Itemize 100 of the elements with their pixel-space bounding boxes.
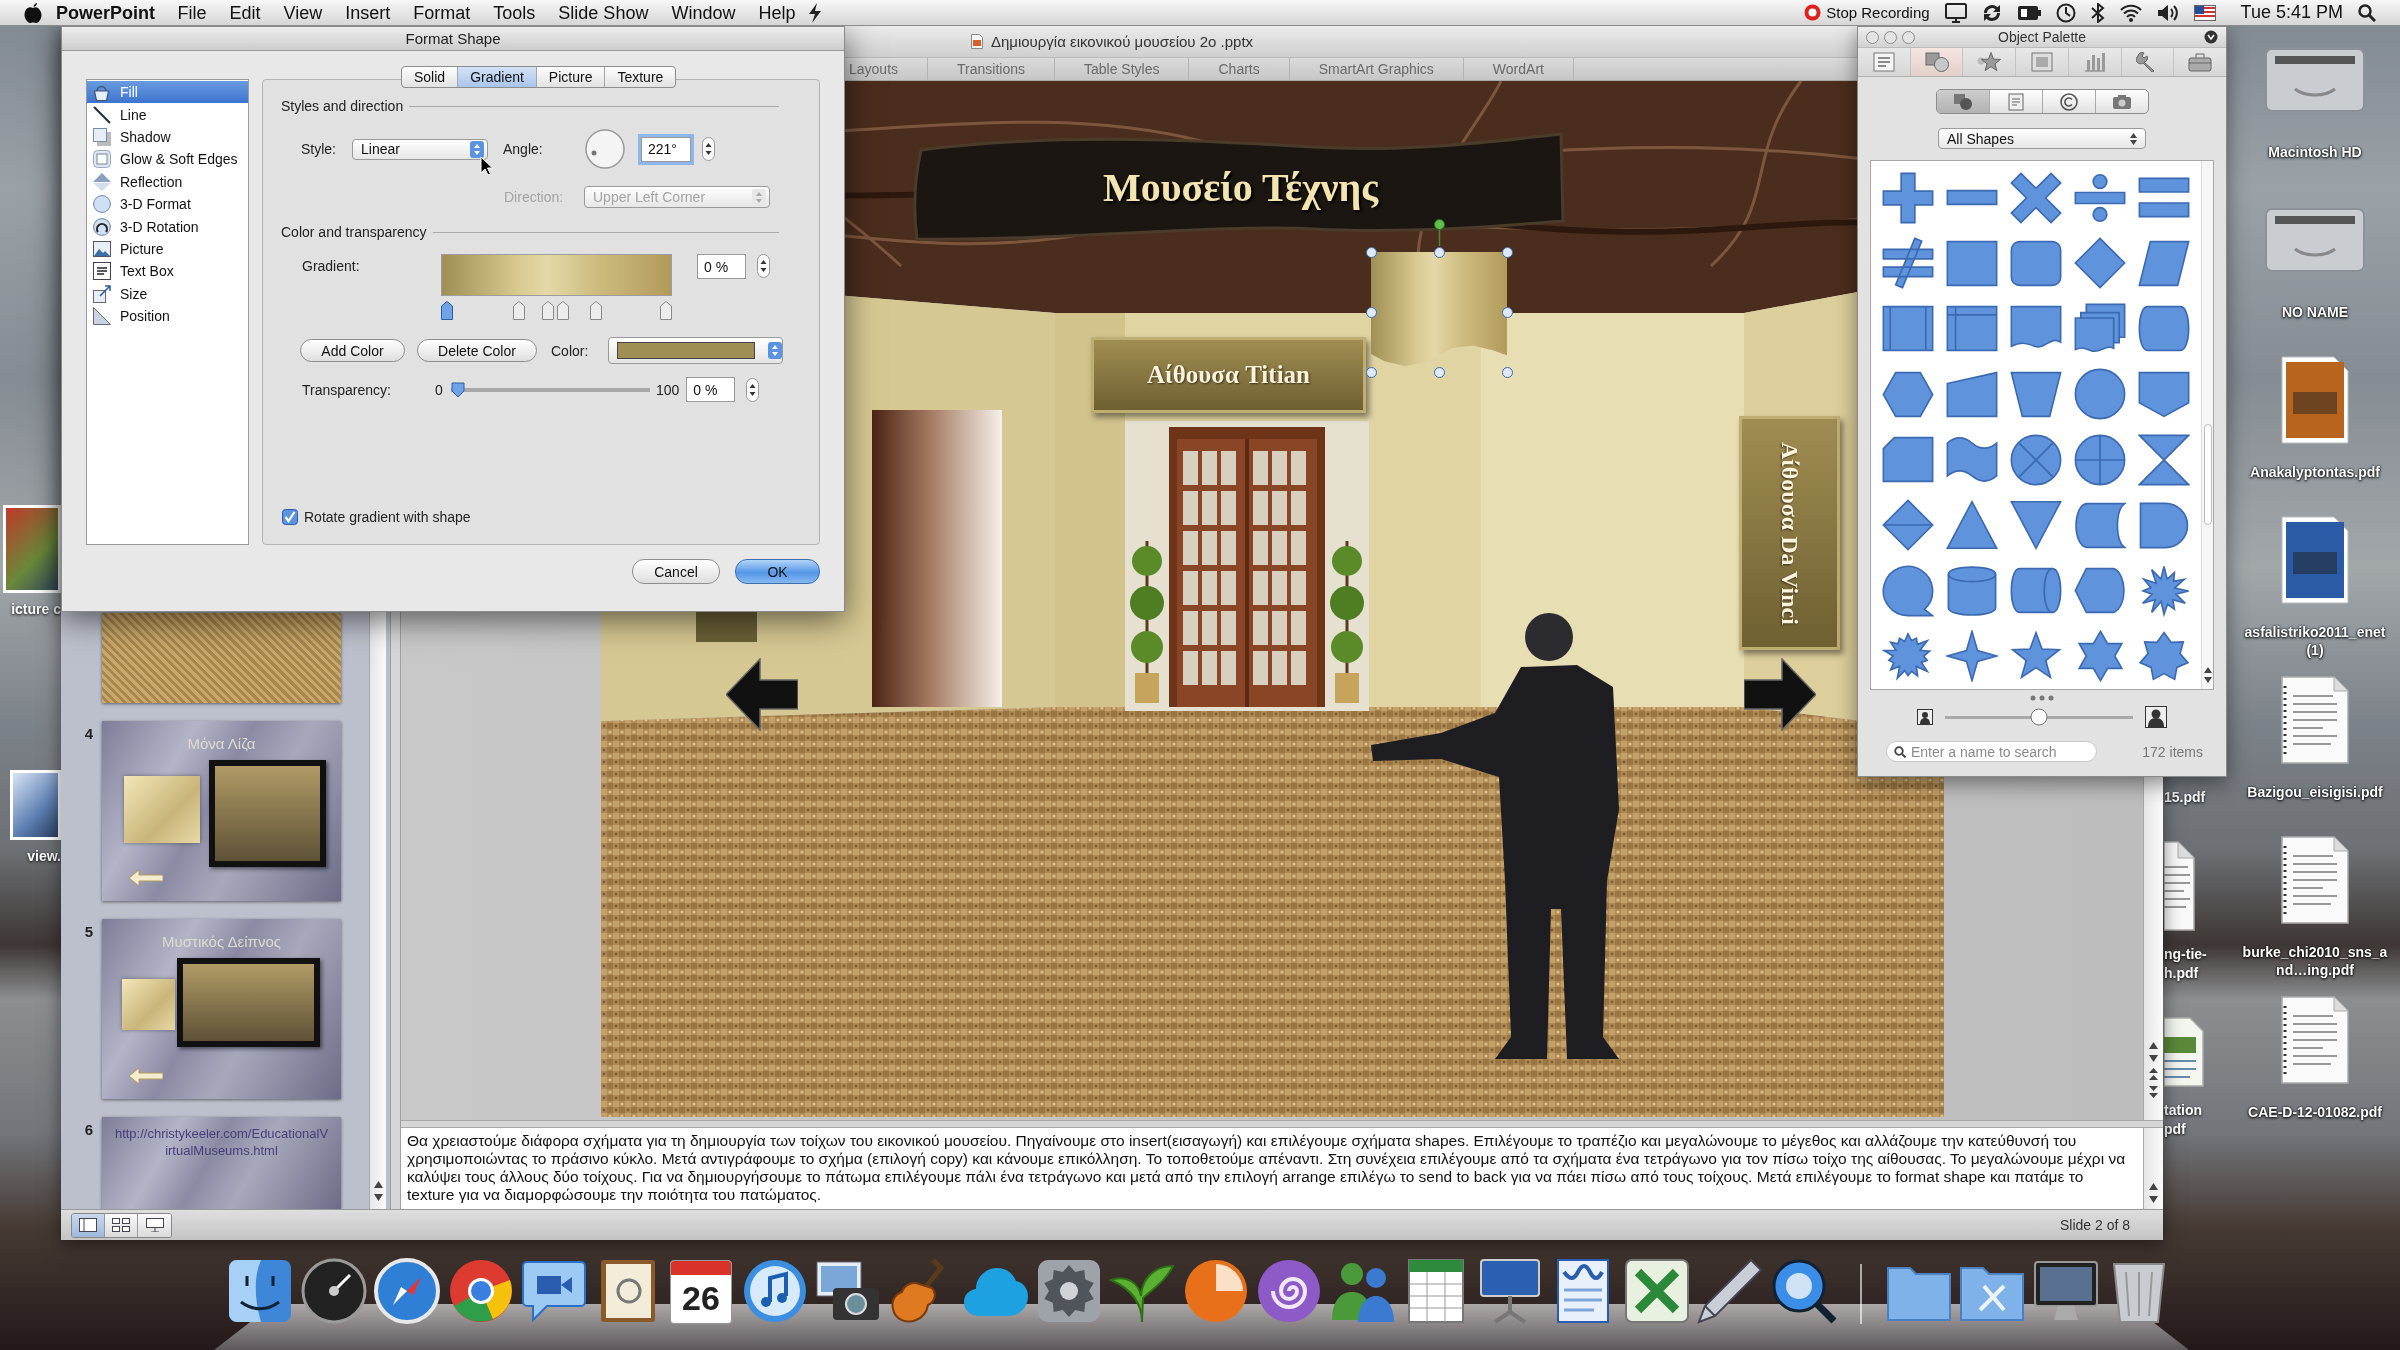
record-icon[interactable] [1804, 4, 1822, 21]
slide-thumbnail[interactable]: http://christykeeler.com/EducationalVirtualMuseums.html [102, 1117, 341, 1209]
file-label[interactable]: CAE-D-12-01082.pdf [2240, 1103, 2390, 1121]
app-menu[interactable]: PowerPoint [42, 0, 166, 25]
six-point-star-icon[interactable] [2076, 630, 2124, 683]
crossed-box-icon[interactable] [1623, 1258, 1690, 1324]
scroll-down-icon[interactable] [2149, 1196, 2158, 1203]
pdf-document-icon[interactable] [2164, 841, 2195, 931]
menu-item[interactable]: Tools [481, 0, 547, 25]
menu-item[interactable]: Edit [218, 0, 273, 25]
card-icon[interactable] [1882, 436, 1934, 484]
compass-icon[interactable] [374, 1258, 440, 1324]
file-label[interactable]: ng-tie- h.pdf [2164, 945, 2207, 983]
gradient-stop-handle[interactable] [441, 301, 453, 320]
resize-handle[interactable] [1501, 246, 1513, 258]
menu-item[interactable]: Help [746, 0, 807, 25]
category-dropdown[interactable]: All Shapes [1938, 128, 2146, 149]
gradient-stop-handle[interactable] [557, 301, 570, 320]
inverted-triangle-icon[interactable] [2010, 500, 2062, 551]
circle-cross-icon[interactable] [2010, 433, 2062, 486]
wave-icon[interactable] [1946, 436, 1998, 484]
ribbon-tab[interactable]: Charts [1189, 58, 1290, 80]
equals-icon[interactable] [2138, 177, 2190, 219]
display-shape-icon[interactable] [2074, 567, 2126, 615]
delay-icon[interactable] [2139, 501, 2189, 549]
slide-show-button[interactable] [138, 1213, 171, 1237]
menu-item[interactable]: Insert [333, 0, 402, 25]
clock-icon[interactable] [2055, 2, 2076, 23]
vertical-scrollbar[interactable] [2143, 777, 2163, 1120]
pdf-document-icon[interactable] [2281, 836, 2349, 924]
gradient-stop-handle[interactable] [660, 301, 672, 320]
category-item[interactable]: Position [87, 304, 248, 328]
transparency-field[interactable]: 0 % [686, 377, 736, 402]
file-label[interactable]: Bazigou_eisigisi.pdf [2240, 783, 2390, 801]
file-label[interactable]: tation pdf [2164, 1101, 2203, 1139]
resize-handle[interactable] [1433, 366, 1445, 378]
gauge-icon[interactable] [300, 1258, 367, 1324]
predefined-process-icon[interactable] [1882, 305, 1934, 353]
category-item[interactable]: Shadow [87, 125, 248, 149]
category-item[interactable]: Line [87, 103, 248, 126]
menu-item[interactable]: Format [401, 0, 482, 25]
video-chat-icon[interactable] [521, 1258, 587, 1324]
five-point-star-icon[interactable] [2010, 631, 2062, 682]
triangle-icon[interactable] [1946, 500, 1998, 551]
apple-icon[interactable] [24, 2, 42, 23]
gradient-stop-handle[interactable] [513, 301, 526, 320]
ribbon-tab[interactable]: WordArt [1463, 58, 1574, 80]
segmented-circle-icon[interactable] [447, 1258, 514, 1324]
next-slide-icon[interactable] [2149, 1086, 2158, 1098]
menu-clock[interactable]: Tue 5:41 PM [2240, 2, 2343, 23]
document-thumbnail-icon[interactable] [2281, 516, 2349, 604]
resize-handle[interactable] [1501, 306, 1513, 318]
scroll-down-icon[interactable] [373, 1194, 383, 1201]
seven-point-star-icon[interactable] [2138, 630, 2190, 682]
search-icon[interactable] [2358, 3, 2376, 22]
slide-thumbnail[interactable] [102, 613, 341, 703]
explosion-icon[interactable] [1882, 630, 1934, 683]
pdf-document-icon[interactable] [2281, 676, 2349, 764]
calendar-icon[interactable]: 26 [670, 1260, 732, 1324]
menu-item[interactable]: File [166, 0, 219, 25]
minimize-button[interactable] [1884, 30, 1897, 44]
slider-thumb[interactable] [451, 381, 465, 398]
menu-item[interactable]: Window [659, 0, 747, 25]
pentagon-icon[interactable] [2138, 370, 2190, 418]
category-item[interactable]: Glow & Soft Edges [87, 148, 248, 171]
gradient-stop-track[interactable] [441, 301, 672, 320]
volume-icon[interactable] [2156, 3, 2179, 22]
horizontal-cylinder-icon[interactable] [2010, 567, 2062, 615]
hexagon-icon[interactable] [1882, 370, 1934, 418]
cancel-button[interactable]: Cancel [632, 559, 720, 584]
stop-recording-menu[interactable]: Stop Recording [1826, 4, 1930, 21]
fill-type-tab[interactable]: Gradient [458, 67, 537, 87]
four-point-star-icon[interactable] [1946, 630, 1998, 683]
menu-item[interactable]: Slide Show [546, 0, 660, 25]
face-icon[interactable] [227, 1258, 293, 1324]
resize-handle[interactable] [1365, 366, 1377, 378]
vertical-scrollbar[interactable] [2143, 1128, 2163, 1209]
hard-drive-icon[interactable] [2265, 205, 2365, 275]
category-item[interactable]: Text Box [87, 260, 248, 283]
file-label[interactable]: burke_chi2010_sns_and…ing.pdf [2240, 943, 2390, 979]
battery-icon[interactable] [2016, 4, 2041, 21]
zoom-button[interactable] [1902, 30, 1915, 44]
gradient-stop-handle[interactable] [541, 301, 554, 320]
multidocument-icon[interactable] [2074, 302, 2126, 355]
divide-icon[interactable] [2074, 172, 2126, 223]
diamond-icon[interactable] [2074, 237, 2126, 290]
vertical-scrollbar[interactable] [369, 612, 386, 1209]
resize-handle[interactable] [1501, 366, 1513, 378]
parallelogram-icon[interactable] [2138, 239, 2190, 287]
add-color-button[interactable]: Add Color [300, 339, 405, 362]
file-label[interactable]: view. [27, 848, 61, 864]
stepper-icon[interactable] [746, 377, 760, 402]
split-diamond-icon[interactable] [1882, 499, 1934, 552]
category-item[interactable]: Size [87, 282, 248, 305]
rectangle-icon[interactable] [1946, 239, 1998, 287]
manual-input-icon[interactable] [1946, 370, 1998, 418]
large-picture-icon[interactable] [2145, 706, 2167, 728]
pen-icon[interactable] [1697, 1258, 1763, 1324]
close-button[interactable] [1866, 30, 1879, 44]
hourglass-icon[interactable] [2138, 433, 2190, 486]
